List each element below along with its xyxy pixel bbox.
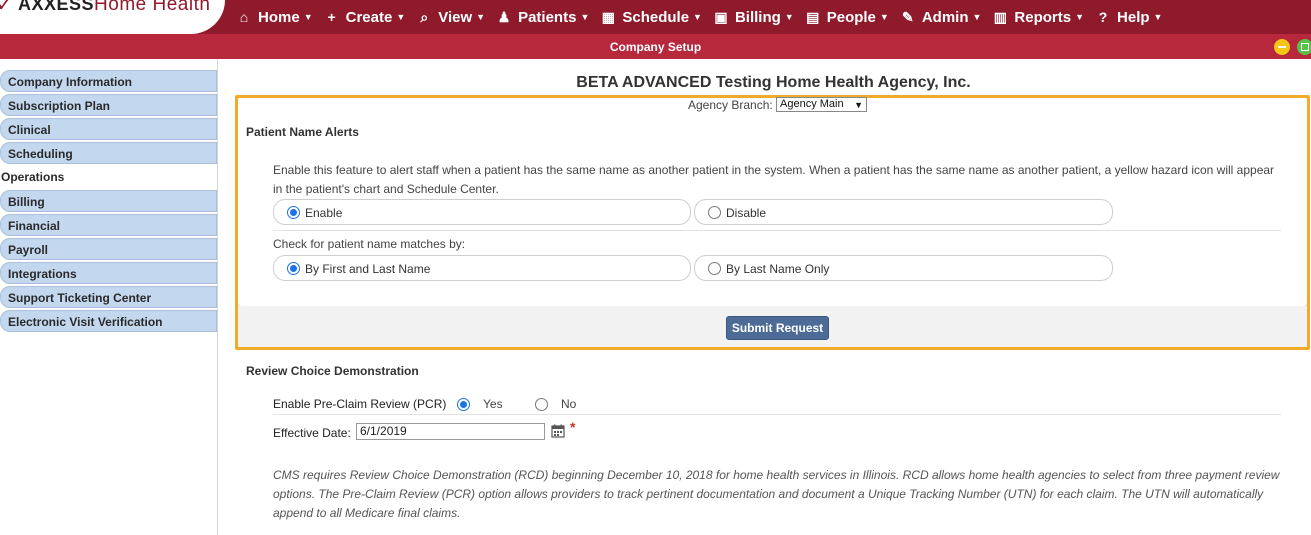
nav-billing[interactable]: ▣ Billing ▼ [713,8,794,26]
rcd-note-line-3: append to all Medicare final claims. [273,506,461,520]
sidebar-item-clinical[interactable]: Clinical [0,118,217,140]
nav-help[interactable]: ? Help ▼ [1095,8,1163,26]
enable-option[interactable]: Enable [273,199,691,225]
first-last-name-option[interactable]: By First and Last Name [273,255,691,281]
nav-label: Create [345,8,393,26]
nav-home[interactable]: ⌂ Home ▼ [236,9,313,26]
pcr-label: Enable Pre-Claim Review (PCR) [273,397,447,411]
nav-label: Reports [1014,8,1072,26]
agency-branch-value: Agency Main [780,98,844,110]
caret-down-icon: ▼ [972,12,982,22]
wrench-icon: ✎ [901,8,914,25]
nav-label: Schedule [622,8,690,26]
nav-patients[interactable]: ♟ Patients ▼ [496,8,590,26]
rcd-title: Review Choice Demonstration [246,364,419,378]
money-icon: ▣ [714,8,728,25]
nav-label: People [826,8,876,26]
bar-chart-icon: ▥ [993,8,1008,25]
caret-down-icon: ▼ [1075,12,1085,22]
nav-label: Help [1117,8,1150,26]
setup-sidebar: Company Information Subscription Plan Clin… [0,59,218,535]
checkmark-logo-icon: ✓ [0,0,13,16]
last-name-only-label: By Last Name Only [726,262,830,276]
nav-view[interactable]: ⌕ View ▼ [416,9,485,26]
chevron-down-icon: ▼ [854,100,863,110]
plus-icon: + [327,9,336,25]
caret-down-icon: ▼ [784,12,794,22]
id-card-icon: ▤ [806,8,820,25]
enable-radio[interactable] [287,206,300,219]
nav-schedule[interactable]: ▦ Schedule ▼ [600,9,702,26]
caret-down-icon: ▼ [879,12,889,22]
nav-label: Home [258,8,300,26]
user-icon: ♟ [497,8,511,25]
sidebar-item-operations[interactable]: Operations [0,166,217,188]
disable-radio[interactable] [708,206,721,219]
nav-label: Billing [734,8,781,26]
app-logo[interactable]: ✓ AXXESSHome Health [0,0,225,34]
caret-down-icon: ▼ [1153,12,1163,22]
nav-people[interactable]: ▤ People ▼ [805,9,889,26]
effective-date-input[interactable]: 6/1/2019 [356,423,545,440]
submit-request-button[interactable]: Submit Request [726,316,829,340]
first-last-name-label: By First and Last Name [305,262,431,276]
required-indicator: * [570,419,576,435]
nav-create[interactable]: + Create ▼ [324,9,406,26]
caret-down-icon: ▼ [693,12,702,22]
patient-alerts-title: Patient Name Alerts [246,125,359,139]
window-title: Company Setup [609,40,702,54]
brand-name: AXXESSHome Health [18,0,211,15]
sidebar-item-subscription-plan[interactable]: Subscription Plan [0,94,217,116]
maximize-icon[interactable] [1297,39,1311,55]
pcr-no-label: No [561,397,577,411]
pcr-yes-radio[interactable] [457,398,470,411]
calendar-icon: ▦ [601,8,615,25]
nav-admin[interactable]: ✎ Admin ▼ [900,8,982,26]
caret-down-icon: ▼ [476,12,486,22]
home-icon: ⌂ [239,9,249,25]
last-name-only-option[interactable]: By Last Name Only [694,255,1113,281]
window-title-bar: Company Setup [0,34,1311,59]
first-last-name-radio[interactable] [287,262,300,275]
caret-down-icon: ▼ [396,12,406,22]
nav-label: View [438,8,473,26]
patient-alerts-description-2: in the patient's chart and Schedule Cent… [273,182,499,196]
agency-branch-label: Agency Branch: [688,98,773,112]
caret-down-icon: ▼ [303,12,313,22]
minimize-icon[interactable] [1274,39,1290,55]
nav-label: Patients [518,8,577,26]
sidebar-item-scheduling[interactable]: Scheduling [0,142,217,164]
rcd-note-line-1: CMS requires Review Choice Demonstration… [273,468,1280,482]
nav-reports[interactable]: ▥ Reports ▼ [992,9,1084,26]
patient-alerts-description-1: Enable this feature to alert staff when … [273,163,1275,177]
divider [273,230,1281,231]
sidebar-item-billing[interactable]: Billing [0,190,217,212]
sidebar-item-company-information[interactable]: Company Information [0,70,217,92]
enable-label: Enable [305,206,343,220]
question-icon: ? [1098,9,1108,25]
main-menu: ⌂ Home ▼ + Create ▼ ⌕ View ▼ ♟ Patients ▼ ▦ Schedule ▼… [236,0,1173,34]
sidebar-item-integrations[interactable]: Integrations [0,262,217,284]
sidebar-item-payroll[interactable]: Payroll [0,238,217,260]
top-nav-bar: ✓ AXXESSHome Health ⌂ Home ▼ + Create ▼ ⌕ View ▼… [0,0,1311,34]
agency-title: BETA ADVANCED Testing Home Health Agency… [576,74,971,91]
calendar-icon[interactable] [551,424,565,438]
sidebar-item-financial[interactable]: Financial [0,214,217,236]
divider [273,414,1281,415]
disable-label: Disable [726,206,767,220]
agency-branch-select[interactable]: Agency Main ▼ [776,97,867,112]
pcr-no-radio[interactable] [535,398,548,411]
rcd-note-line-2: options. The Pre-Claim Review (PCR) opti… [273,487,1264,501]
effective-date-label: Effective Date: [273,426,351,440]
search-icon: ⌕ [420,8,429,25]
sidebar-item-support-ticketing-center[interactable]: Support Ticketing Center [0,286,217,308]
last-name-only-radio[interactable] [708,262,721,275]
nav-label: Admin [921,8,969,26]
match-by-label: Check for patient name matches by: [273,237,466,251]
caret-down-icon: ▼ [580,12,590,22]
rcd-note: CMS requires Review Choice Demonstration… [273,466,1293,523]
disable-option[interactable]: Disable [694,199,1113,225]
pcr-yes-label: Yes [483,397,503,411]
sidebar-item-electronic-visit-verification[interactable]: Electronic Visit Verification [0,310,217,332]
